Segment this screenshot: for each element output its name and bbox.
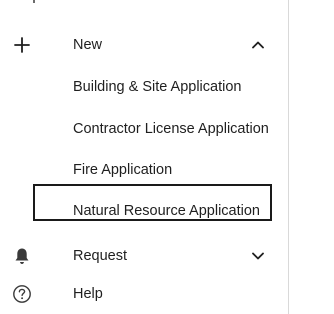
- submenu-item-contractor-license-application[interactable]: Contractor License Application: [73, 114, 269, 144]
- chevron-up-icon[interactable]: [250, 37, 266, 53]
- submenu-item-label: Natural Resource Application: [73, 203, 260, 219]
- nav-item-new[interactable]: New: [0, 27, 290, 63]
- submenu-item-label: Contractor License Application: [73, 121, 269, 137]
- side-navigation: New Building & Site Application Contract…: [0, 0, 290, 314]
- submenu-item-label: Fire Application: [73, 162, 173, 178]
- chevron-down-icon[interactable]: [250, 248, 266, 264]
- nav-item-request[interactable]: Request: [0, 238, 290, 274]
- bell-icon: [12, 246, 32, 266]
- submenu-item-label: Building & Site Application: [73, 79, 242, 95]
- help-circle-icon: [12, 284, 32, 304]
- submenu-item-natural-resource-application[interactable]: Natural Resource Application: [73, 196, 260, 226]
- panel-divider: [288, 0, 289, 314]
- nav-item-help-label: Help: [73, 286, 103, 302]
- submenu-item-building-site-application[interactable]: Building & Site Application: [73, 72, 241, 102]
- nav-item-help[interactable]: Help: [0, 276, 290, 312]
- nav-item-request-label: Request: [73, 248, 128, 264]
- truncated-icon: [28, 0, 40, 12]
- submenu-item-fire-application[interactable]: Fire Application: [73, 155, 172, 185]
- plus-icon: [12, 35, 32, 55]
- nav-item-new-label: New: [73, 37, 103, 53]
